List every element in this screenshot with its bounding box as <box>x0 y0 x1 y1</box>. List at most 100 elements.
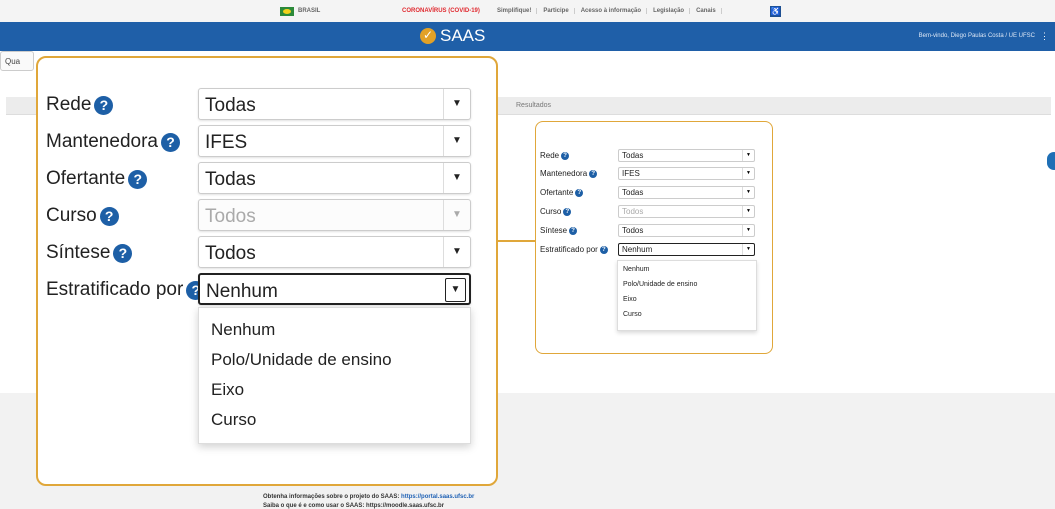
chevron-down-icon: ▼ <box>742 244 754 255</box>
mini-sintese-label: Síntese <box>540 226 568 235</box>
chevron-down-icon: ▼ <box>443 200 470 230</box>
rede-label: Rede <box>46 94 92 115</box>
rede-select[interactable]: Todas ▼ <box>198 88 471 120</box>
mini-estratificado-value: Nenhum <box>622 245 653 254</box>
estratificado-value: Nenhum <box>206 281 278 302</box>
app-header: SAAS Bem-vindo, Diego Paulas Costa / UE … <box>0 22 1055 51</box>
option-eixo[interactable]: Eixo <box>211 380 244 400</box>
logo-text: SAAS <box>440 26 486 45</box>
gov-link-acesso[interactable]: Acesso à informação <box>581 8 648 14</box>
chevron-down-icon: ▼ <box>742 206 754 217</box>
help-icon[interactable]: ? <box>99 206 119 226</box>
chevron-down-icon: ▼ <box>443 163 470 193</box>
option-nenhum[interactable]: Nenhum <box>211 320 275 340</box>
estratificado-label: Estratificado por <box>46 279 184 300</box>
curso-label: Curso <box>46 205 97 226</box>
sintese-select[interactable]: Todos ▼ <box>198 236 471 268</box>
help-icon[interactable]: ? <box>160 132 180 152</box>
mini-ofertante-label: Ofertante <box>540 188 574 197</box>
logo-check-icon <box>420 28 436 44</box>
mini-option-eixo[interactable]: Eixo <box>623 296 637 303</box>
mini-ofertante-select[interactable]: Todas ▼ <box>618 186 755 199</box>
help-icon[interactable]: ? <box>599 245 608 254</box>
brazil-flag-icon <box>280 7 294 16</box>
chevron-down-icon: ▼ <box>443 237 470 267</box>
help-icon[interactable]: ? <box>563 207 572 216</box>
form-preview: Rede? Todas ▼ Mantenedora? IFES ▼ Ofertant… <box>535 121 773 354</box>
results-label: Resultados <box>516 102 552 109</box>
rede-value: Todas <box>205 95 256 116</box>
option-polo[interactable]: Polo/Unidade de ensino <box>211 350 392 370</box>
estratificado-select[interactable]: Nenhum ▼ <box>198 273 471 305</box>
covid-link[interactable]: CORONAVÍRUS (COVID-19) <box>402 8 480 14</box>
tab-first[interactable]: Qua <box>0 51 34 71</box>
gov-links: Simplifique! Participe Acesso à informaç… <box>497 8 722 14</box>
option-curso[interactable]: Curso <box>211 410 256 430</box>
row-mantenedora: Mantenedora? IFES ▼ <box>38 125 498 159</box>
row-rede: Rede? Todas ▼ <box>38 88 498 122</box>
help-icon[interactable]: ? <box>113 243 133 263</box>
help-icon[interactable]: ? <box>128 169 148 189</box>
mini-ofertante-value: Todas <box>622 188 644 197</box>
mantenedora-label: Mantenedora <box>46 131 158 152</box>
mini-rede-select[interactable]: Todas ▼ <box>618 149 755 162</box>
mini-estratificado-label: Estratificado por <box>540 245 598 254</box>
ofertante-label: Ofertante <box>46 168 126 189</box>
mini-mantenedora-value: IFES <box>622 169 640 178</box>
mini-row-estratificado: Estratificado por? Nenhum ▼ <box>536 243 772 256</box>
gov-link-participe[interactable]: Participe <box>543 8 575 14</box>
zoomed-form: Rede? Todas ▼ Mantenedora? IFES ▼ Ofertant… <box>36 56 498 486</box>
mini-row-curso: Curso? Todos ▼ <box>536 205 772 218</box>
estratificado-dropdown: Nenhum Polo/Unidade de ensino Eixo Curso <box>198 307 471 444</box>
help-icon[interactable]: ? <box>569 226 578 235</box>
chevron-down-icon: ▼ <box>742 225 754 236</box>
ofertante-select[interactable]: Todas ▼ <box>198 162 471 194</box>
gov-link-legislacao[interactable]: Legislação <box>653 8 691 14</box>
mini-estratificado-dropdown: Nenhum Polo/Unidade de ensino Eixo Curso <box>617 260 757 331</box>
gov-link-simplifique[interactable]: Simplifique! <box>497 8 538 14</box>
help-icon[interactable]: ? <box>94 95 114 115</box>
sintese-value: Todos <box>205 243 256 264</box>
mini-option-polo[interactable]: Polo/Unidade de ensino <box>623 281 697 288</box>
chevron-down-icon: ▼ <box>443 126 470 156</box>
callout-connector <box>498 240 536 242</box>
curso-select: Todos ▼ <box>198 199 471 231</box>
mini-rede-value: Todas <box>622 151 644 160</box>
mini-sintese-value: Todos <box>622 226 644 235</box>
chevron-down-icon: ▼ <box>742 150 754 161</box>
mantenedora-select[interactable]: IFES ▼ <box>198 125 471 157</box>
user-welcome[interactable]: Bem-vindo, Diego Paulas Costa / UE UFSC <box>919 33 1035 39</box>
mini-row-ofertante: Ofertante? Todas ▼ <box>536 186 772 199</box>
menu-icon[interactable]: ⋮ <box>1040 31 1049 42</box>
row-curso: Curso? Todos ▼ <box>38 199 498 233</box>
mini-curso-label: Curso <box>540 207 562 216</box>
mini-option-nenhum[interactable]: Nenhum <box>623 266 649 273</box>
help-icon[interactable]: ? <box>561 151 570 160</box>
chevron-down-icon: ▼ <box>445 278 466 302</box>
gov-brasil-link[interactable]: BRASIL <box>298 8 320 14</box>
mini-mantenedora-label: Mantenedora <box>540 169 588 178</box>
mini-sintese-select[interactable]: Todos ▼ <box>618 224 755 237</box>
mini-row-mantenedora: Mantenedora? IFES ▼ <box>536 167 772 180</box>
mantenedora-value: IFES <box>205 132 248 153</box>
row-sintese: Síntese? Todos ▼ <box>38 236 498 270</box>
ofertante-value: Todas <box>205 169 256 190</box>
row-ofertante: Ofertante? Todas ▼ <box>38 162 498 196</box>
help-icon[interactable]: ? <box>589 169 598 178</box>
mini-option-curso[interactable]: Curso <box>623 311 642 318</box>
saas-logo[interactable]: SAAS <box>420 26 485 46</box>
mini-rede-label: Rede <box>540 151 560 160</box>
accessibility-icon[interactable]: ♿ <box>770 6 781 17</box>
mini-mantenedora-select[interactable]: IFES ▼ <box>618 167 755 180</box>
help-icon[interactable]: ? <box>575 188 584 197</box>
mini-estratificado-select[interactable]: Nenhum ▼ <box>618 243 755 256</box>
footer-moodle-link[interactable]: https://moodle.saas.ufsc.br <box>366 503 444 509</box>
mini-row-sintese: Síntese? Todos ▼ <box>536 224 772 237</box>
curso-value: Todos <box>205 206 256 227</box>
side-help-icon[interactable] <box>1047 152 1055 170</box>
gov-link-canais[interactable]: Canais <box>696 8 722 14</box>
footer-line-2: Saiba o que é e como usar o SAAS: https:… <box>263 503 444 509</box>
chevron-down-icon: ▼ <box>742 187 754 198</box>
mini-row-rede: Rede? Todas ▼ <box>536 149 772 162</box>
footer-portal-link[interactable]: https://portal.saas.ufsc.br <box>401 494 474 500</box>
